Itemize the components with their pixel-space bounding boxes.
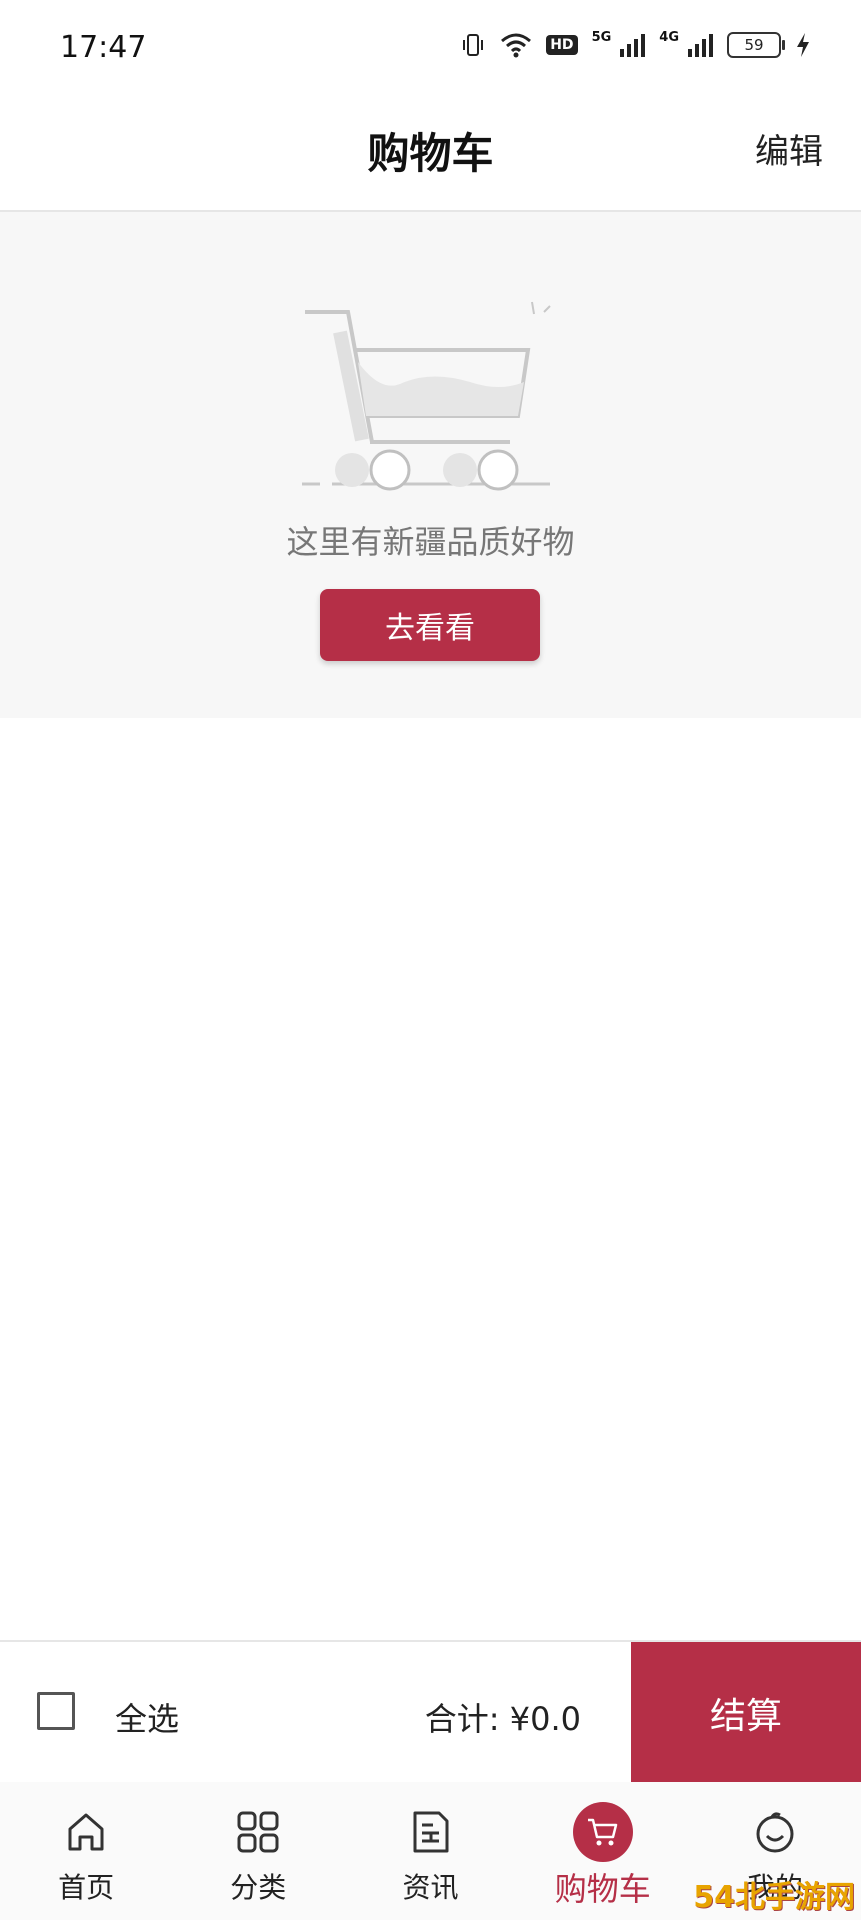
tab-label: 首页 [58, 1871, 115, 1904]
network-4g-label: 4G [659, 29, 679, 45]
wifi-icon [500, 32, 532, 58]
select-all-checkbox[interactable] [37, 1692, 75, 1730]
network-5g-label: 5G [591, 29, 612, 45]
status-bar: 17:47 HD 5G 4G 59 [0, 0, 861, 100]
checkout-bar: 全选 合计: ¥0.0 结算 [0, 1640, 861, 1784]
page-title: 购物车 [367, 129, 494, 178]
select-all-label[interactable]: 全选 [115, 1694, 179, 1740]
hd-voice-badge: HD [546, 35, 578, 55]
tab-cart[interactable]: 购物车 [517, 1782, 689, 1920]
empty-cart-message: 这里有新疆品质好物 [286, 523, 575, 561]
go-shopping-button[interactable]: 去看看 [320, 589, 540, 661]
grid-icon [232, 1806, 284, 1858]
battery-level: 59 [744, 36, 764, 54]
signal-4g-icon [687, 33, 713, 57]
charging-icon [795, 32, 811, 58]
news-icon [405, 1806, 457, 1858]
tab-label: 资讯 [402, 1871, 459, 1904]
status-icons: HD 5G 4G 59 [460, 29, 811, 58]
page-header: 购物车 编辑 [0, 100, 861, 212]
user-icon [749, 1806, 801, 1858]
edit-button[interactable]: 编辑 [755, 124, 823, 173]
cart-icon [572, 1802, 633, 1862]
tab-label: 购物车 [554, 1870, 651, 1908]
battery-icon: 59 [727, 32, 785, 58]
total-amount: 合计: ¥0.0 [424, 1700, 581, 1738]
tab-home[interactable]: 首页 [0, 1782, 172, 1920]
watermark-logo: 54北手游网 [693, 1880, 855, 1915]
vibrate-icon [460, 32, 486, 58]
tab-news[interactable]: 资讯 [344, 1782, 516, 1920]
signal-5g-icon [619, 33, 646, 57]
tab-label: 分类 [230, 1871, 287, 1904]
shopping-cart-illustration-icon [302, 301, 551, 491]
tab-category[interactable]: 分类 [172, 1782, 344, 1920]
status-time: 17:47 [60, 30, 147, 65]
home-icon [60, 1806, 112, 1858]
checkout-button[interactable]: 结算 [631, 1642, 861, 1784]
empty-cart-section: 这里有新疆品质好物 去看看 [0, 212, 861, 718]
